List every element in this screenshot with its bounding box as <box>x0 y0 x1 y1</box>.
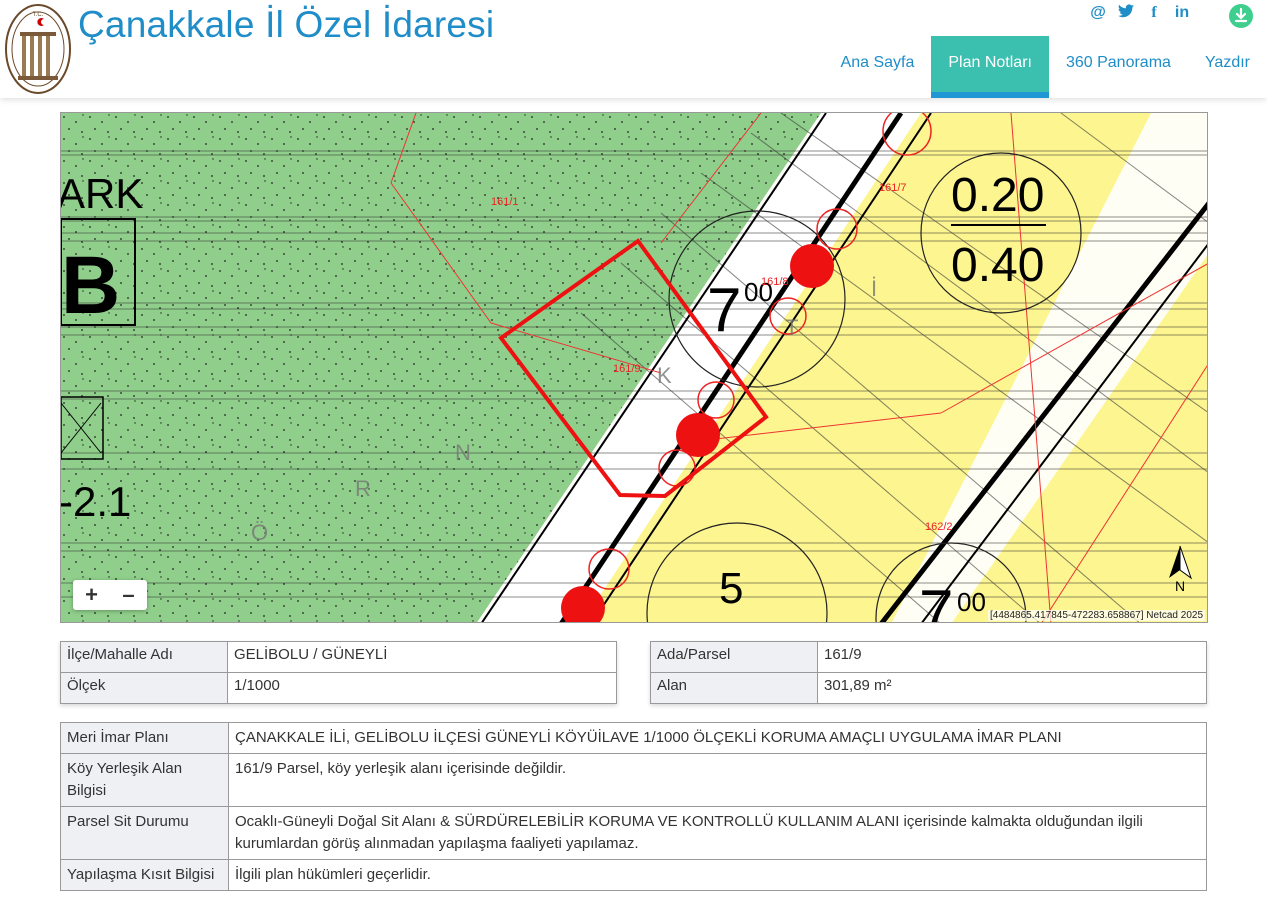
map-label-t: T <box>785 315 798 340</box>
map-label-1618: 161/8 <box>761 276 789 288</box>
zoom-in-button[interactable]: + <box>73 580 110 610</box>
table-row: İlçe/Mahalle Adı GELİBOLU / GÜNEYLİ <box>60 641 617 673</box>
koy-yerlesik-value: 161/9 Parsel, köy yerleşik alanı içerisi… <box>228 753 1207 807</box>
main-nav: Ana Sayfa Plan Notları 360 Panorama Yazd… <box>824 36 1267 98</box>
parsel-sit-value: Ocaklı-Güneyli Doğal Sit Alanı & SÜRDÜRE… <box>228 806 1207 860</box>
info-table-right: Ada/Parsel 161/9 Alan 301,89 m² <box>650 641 1207 704</box>
tab-360-panorama[interactable]: 360 Panorama <box>1049 36 1188 98</box>
map-label-n: N <box>455 440 471 465</box>
ilce-mahalle-label: İlçe/Mahalle Adı <box>60 641 228 673</box>
map-label-o: Ö <box>251 520 268 545</box>
map-label-i: İ <box>871 276 877 301</box>
map-view[interactable]: ARK B -2.1 0.20 0.40 7 00 5 7 00 161/1 1… <box>60 112 1208 623</box>
map-canvas[interactable]: ARK B -2.1 0.20 0.40 7 00 5 7 00 161/1 1… <box>61 113 1208 623</box>
map-label-5: 5 <box>719 564 743 613</box>
table-row: Alan 301,89 m² <box>650 672 1207 704</box>
zoom-control: + – <box>73 580 147 610</box>
map-label-1611: 161/1 <box>491 196 519 208</box>
north-label: N <box>1175 578 1185 592</box>
info-table-left: İlçe/Mahalle Adı GELİBOLU / GÜNEYLİ Ölçe… <box>60 641 617 704</box>
map-label-ark: ARK <box>61 170 143 217</box>
table-row: Parsel Sit Durumu Ocaklı-Güneyli Doğal S… <box>60 806 1207 860</box>
parsel-sit-label: Parsel Sit Durumu <box>60 806 229 860</box>
twitter-icon[interactable] <box>1117 4 1135 22</box>
zoom-out-button[interactable]: – <box>110 580 147 610</box>
tab-ana-sayfa[interactable]: Ana Sayfa <box>824 36 932 98</box>
ilce-mahalle-value: GELİBOLU / GÜNEYLİ <box>227 641 617 673</box>
map-label-1617: 161/7 <box>879 182 907 194</box>
ada-parsel-value: 161/9 <box>817 641 1207 673</box>
tab-plan-notlari[interactable]: Plan Notları <box>931 36 1049 98</box>
svg-text:T.C.: T.C. <box>33 12 44 18</box>
table-row: Meri İmar Planı ÇANAKKALE İLİ, GELİBOLU … <box>60 722 1207 754</box>
map-label-b: B <box>61 240 120 331</box>
page-title[interactable]: Çanakkale İl Özel İdaresi <box>78 4 494 46</box>
tab-yazdir[interactable]: Yazdır <box>1188 36 1267 98</box>
download-icon[interactable] <box>1229 4 1253 28</box>
map-label-020: 0.20 <box>951 169 1044 222</box>
map-label-1622: 162/2 <box>925 521 953 533</box>
logo[interactable]: T.C. <box>4 2 72 96</box>
yapilasma-value: İlgili plan hükümleri geçerlidir. <box>228 859 1207 891</box>
alan-value: 301,89 m² <box>817 672 1207 704</box>
table-row: Ölçek 1/1000 <box>60 672 617 704</box>
meri-imar-label: Meri İmar Planı <box>60 722 229 754</box>
map-label-040: 0.40 <box>951 239 1044 292</box>
map-label-1619: 161/9 <box>613 363 641 375</box>
linkedin-icon[interactable]: in <box>1173 4 1191 22</box>
olcek-value: 1/1000 <box>227 672 617 704</box>
meri-imar-value: ÇANAKKALE İLİ, GELİBOLU İLÇESİ GÜNEYLİ K… <box>228 722 1207 754</box>
map-label-700b-sup: 00 <box>957 587 986 617</box>
ada-parsel-label: Ada/Parsel <box>650 641 818 673</box>
plan-details-table: Meri İmar Planı ÇANAKKALE İLİ, GELİBOLU … <box>60 722 1207 891</box>
social-links: @ f in <box>1089 4 1191 22</box>
coordinates-readout: [4484865.417845-472283.658867] Netcad 20… <box>988 610 1205 621</box>
yapilasma-label: Yapılaşma Kısıt Bilgisi <box>60 859 229 891</box>
map-label-700a: 7 <box>707 276 741 345</box>
map-label-minus21: -2.1 <box>61 478 131 525</box>
alan-label: Alan <box>650 672 818 704</box>
facebook-icon[interactable]: f <box>1145 4 1163 22</box>
map-label-k: K <box>657 363 672 388</box>
table-row: Ada/Parsel 161/9 <box>650 641 1207 673</box>
map-label-r: R <box>355 476 371 501</box>
site-header: T.C. Çanakkale İl Özel İdaresi @ f in An… <box>0 0 1267 98</box>
table-row: Yapılaşma Kısıt Bilgisi İlgili plan hükü… <box>60 859 1207 891</box>
koy-yerlesik-label: Köy Yerleşik Alan Bilgisi <box>60 753 229 807</box>
at-icon[interactable]: @ <box>1089 4 1107 22</box>
table-row: Köy Yerleşik Alan Bilgisi 161/9 Parsel, … <box>60 753 1207 807</box>
north-arrow: N <box>1165 544 1195 592</box>
map-label-700b: 7 <box>919 578 953 623</box>
olcek-label: Ölçek <box>60 672 228 704</box>
